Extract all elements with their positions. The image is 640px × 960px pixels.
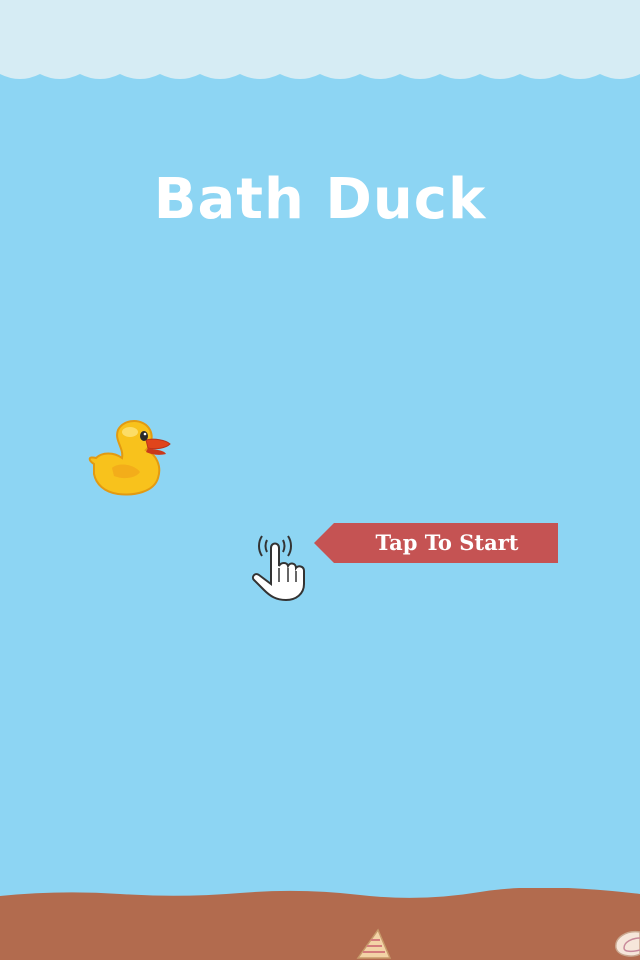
spiral-shell-icon [615,930,640,957]
tap-to-start-button[interactable]: Tap To Start [314,523,558,563]
ground-strip [0,888,640,960]
game-title: Bath Duck [153,167,487,232]
game-stage[interactable]: Bath Duck Tap To Start [0,0,640,960]
cone-shell-icon [356,928,392,959]
start-label: Tap To Start [375,530,519,555]
rubber-duck-icon [88,420,171,496]
tap-hand-icon [251,535,305,602]
foam-strip [0,0,640,79]
